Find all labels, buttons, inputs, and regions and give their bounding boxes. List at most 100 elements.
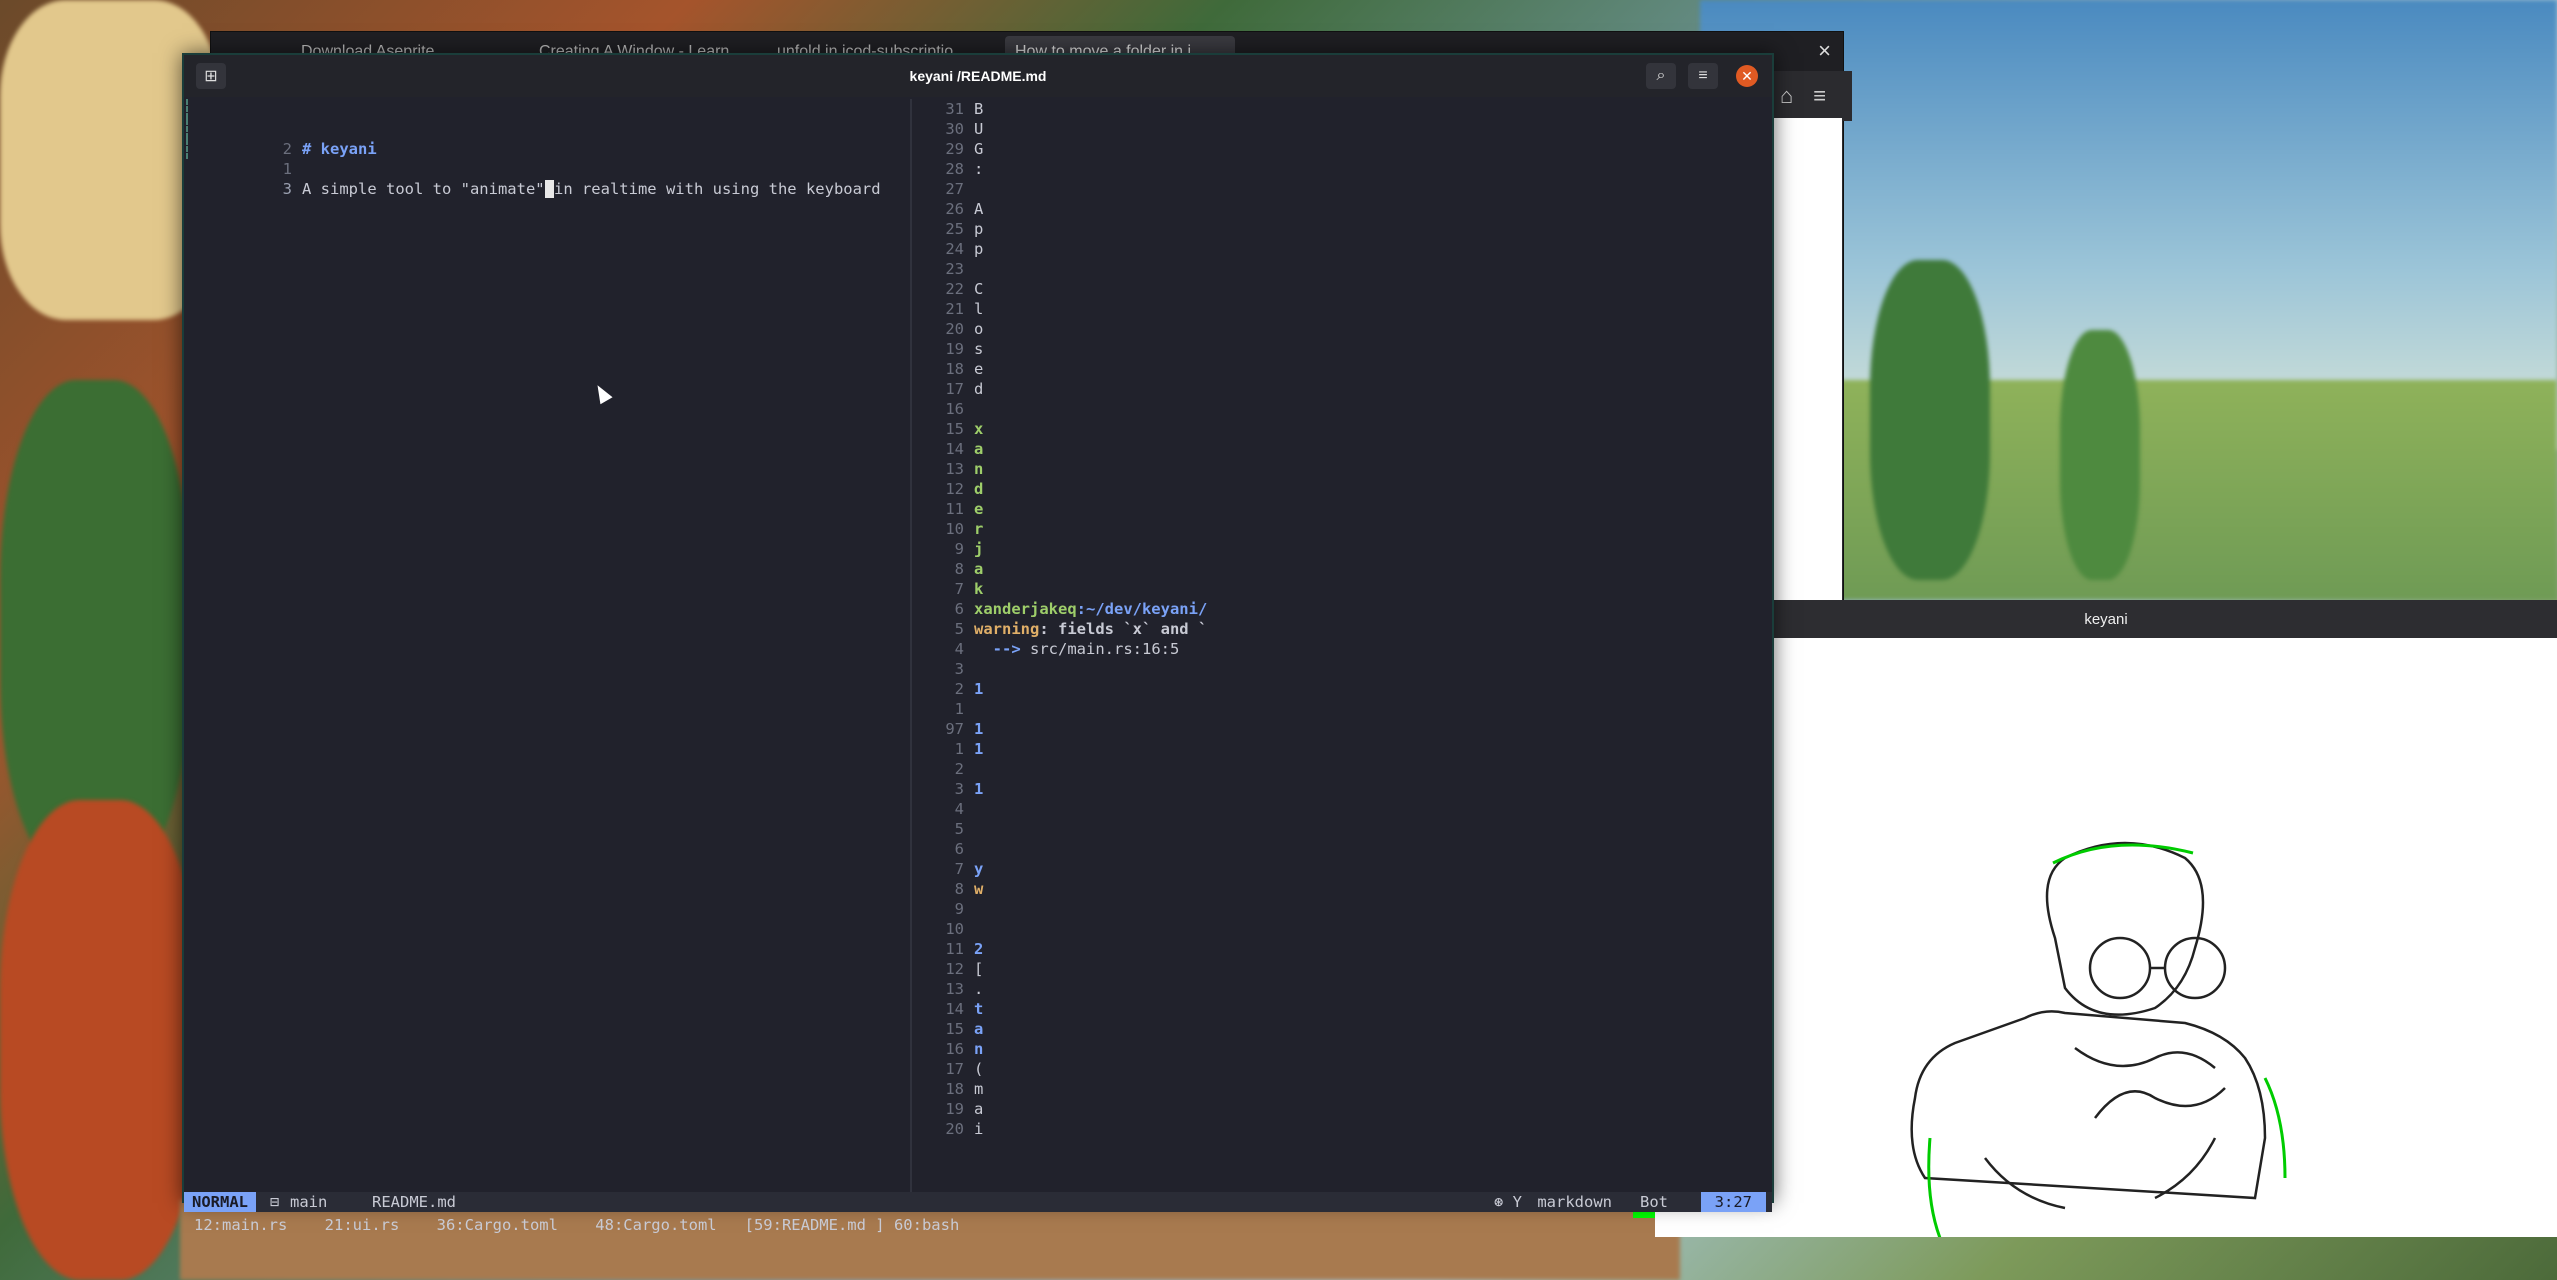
terminal-text: e (974, 500, 984, 518)
buffer-tab[interactable]: 12:main.rs (194, 1216, 287, 1234)
line-number: 23 (945, 260, 964, 278)
wallpaper-tree (1870, 260, 1990, 580)
terminal-line: 25 p (912, 219, 1770, 239)
status-filename: README.md (372, 1193, 456, 1211)
keyani-window: keyani (1633, 600, 2557, 1239)
menu-icon[interactable]: ≡ (1688, 63, 1718, 89)
browser-content (1770, 118, 1842, 600)
line-number: 19 (945, 1100, 964, 1118)
buffer-tab[interactable]: 48:Cargo.toml (595, 1216, 716, 1234)
terminal-line: 21 (912, 679, 1770, 699)
status-scroll: Bot (1640, 1193, 1668, 1211)
terminal-text: U (974, 120, 984, 138)
line-number: 1 (954, 700, 964, 718)
terminal-pane[interactable]: 31 B 30 U 29 G 28:27 26 A 25 p 24 p 23 22 C 21 l 20 o 19 s 18 e… (912, 99, 1770, 1192)
menu-icon[interactable]: ≡ (1813, 83, 1826, 109)
close-button[interactable]: ✕ (1736, 65, 1758, 87)
terminal-text: y (974, 860, 984, 878)
line-text: A simple tool to "animate" (302, 180, 545, 198)
status-filetype: markdown (1537, 1193, 1612, 1211)
terminal-text: 2 (974, 940, 984, 958)
line-number: 9 (954, 540, 964, 558)
text-cursor (544, 180, 554, 198)
terminal-line: 20 o (912, 319, 1770, 339)
terminal-line: 11 e (912, 499, 1770, 519)
editor-pane[interactable]: 2 # keyani 1 3 A simple tool to "animate" … (184, 99, 910, 1192)
line-number: 21 (945, 300, 964, 318)
terminal-line: 2 (912, 759, 1770, 779)
terminal-text: i (974, 1120, 984, 1138)
terminal-line: 18 m (912, 1079, 1770, 1099)
terminal-line: 19 s (912, 339, 1770, 359)
line-number: 12 (945, 960, 964, 978)
terminal-text: k (974, 580, 984, 598)
terminal-text: o (974, 320, 984, 338)
terminal-text: p (974, 240, 984, 258)
prompt-path: :~/dev/keyani/ (1076, 600, 1208, 618)
line-number: 29 (945, 140, 964, 158)
wallpaper-ground (180, 1200, 1680, 1280)
terminal-line: 13 n (912, 459, 1770, 479)
terminal-line: 14 a (912, 439, 1770, 459)
terminal-line: 17 d (912, 379, 1770, 399)
line-number: 13 (945, 460, 964, 478)
keyani-window-title: keyani (1655, 600, 2557, 638)
editor-line: 2 # keyani (184, 99, 910, 158)
terminal-text: G (974, 140, 984, 158)
buffer-tab[interactable]: 36:Cargo.toml (437, 1216, 558, 1234)
home-icon[interactable]: ⌂ (1780, 83, 1793, 109)
line-number: 16 (945, 1040, 964, 1058)
terminal-line: 5 warning: fields `x` and ` (912, 619, 1770, 639)
terminal-line: 12 d (912, 479, 1770, 499)
buffer-list: 12:main.rs 21:ui.rs 36:Cargo.toml 48:Car… (184, 1214, 1782, 1236)
terminal-line: 7k (912, 579, 1770, 599)
line-number: 1 (954, 740, 964, 758)
line-number: 15 (945, 1020, 964, 1038)
terminal-text: ( (974, 1060, 984, 1078)
terminal-text: B (974, 100, 984, 118)
browser-toolbar: ⌂ ≡ (1770, 71, 1852, 121)
warning-message: : fields `x` and ` (1039, 620, 1208, 638)
terminal-text: d (974, 480, 984, 498)
filetype-icon: ⊛ Y (1494, 1193, 1522, 1211)
mode-indicator: NORMAL (184, 1192, 256, 1212)
terminal-line: 29 G (912, 139, 1770, 159)
buffer-tab[interactable]: 21:ui.rs (325, 1216, 400, 1234)
editor-line: 3 A simple tool to "animate" in realtime … (184, 139, 910, 198)
line-number: 15 (945, 420, 964, 438)
terminal-line: 14 t (912, 999, 1770, 1019)
terminal-text: 1 (974, 780, 984, 798)
browser-close-button[interactable]: × (1818, 38, 1831, 64)
location-path: src/main.rs:16:5 (1020, 640, 1180, 658)
drawing-canvas[interactable] (1655, 638, 2557, 1239)
terminal-line: 9j (912, 539, 1770, 559)
line-number: 3 (954, 780, 964, 798)
buffer-tab-active[interactable]: [59:README.md ] (745, 1216, 885, 1234)
line-number: 22 (945, 280, 964, 298)
terminal-text: [ (974, 960, 984, 978)
buffer-tab[interactable]: 60:bash (894, 1216, 959, 1234)
gutter-change-marker (186, 139, 190, 159)
line-number: 14 (945, 1000, 964, 1018)
terminal-line: 30 U (912, 119, 1770, 139)
line-number: 6 (954, 840, 964, 858)
terminal-line: 21 l (912, 299, 1770, 319)
terminal-text: t (974, 1000, 984, 1018)
search-icon[interactable]: ⌕ (1646, 63, 1676, 89)
terminal-text: --> src/main.rs:16:5 (974, 640, 1180, 658)
terminal-text: m (974, 1080, 984, 1098)
character-sketch (1910, 841, 2287, 1239)
terminal-text: 1 (974, 680, 984, 698)
terminal-text: a (974, 440, 984, 458)
terminal-line: 28: (912, 159, 1770, 179)
wallpaper-leaf (0, 800, 200, 1280)
prompt-user: xanderjakeq (974, 600, 1077, 618)
terminal-line: 97 1 (912, 719, 1770, 739)
terminal-text: j (974, 540, 984, 558)
terminal-line: 8a (912, 559, 1770, 579)
wallpaper-tree (2060, 330, 2140, 580)
line-number: 7 (954, 580, 964, 598)
line-number: 1 (282, 160, 292, 178)
line-number: 17 (945, 380, 964, 398)
terminal-text: xanderjakeq:~/dev/keyani/ (974, 600, 1207, 618)
